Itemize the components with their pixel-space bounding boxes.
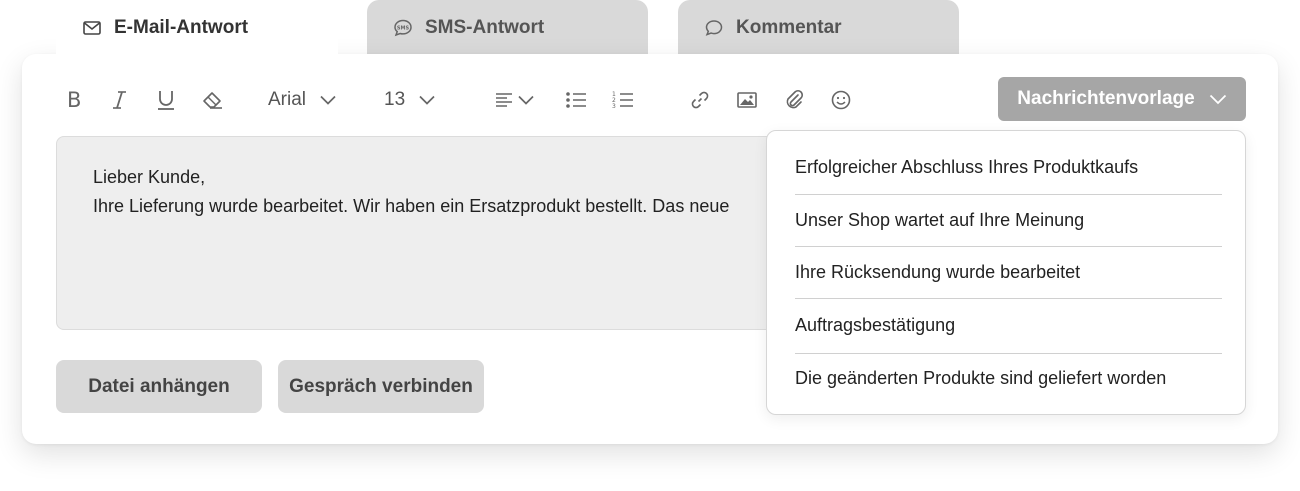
svg-text:B: B	[67, 88, 81, 112]
template-button-label: Nachrichtenvorlage	[1017, 88, 1195, 109]
emoji-button[interactable]	[830, 78, 852, 122]
numbered-list-button[interactable]: 123	[612, 78, 634, 122]
template-option[interactable]: Die geänderten Produkte sind geliefert w…	[795, 352, 1222, 404]
connect-call-label: Gespräch verbinden	[289, 375, 473, 397]
bullet-list-icon	[565, 90, 587, 110]
italic-button[interactable]	[110, 78, 130, 122]
chevron-down-icon	[320, 95, 336, 105]
font-family-select[interactable]: Arial	[268, 78, 336, 122]
svg-text:SMS: SMS	[397, 26, 410, 32]
svg-text:3: 3	[612, 103, 616, 110]
font-size-value: 13	[384, 89, 406, 110]
tab-comment[interactable]: Kommentar	[678, 0, 959, 56]
message-template-button[interactable]: Nachrichtenvorlage	[998, 77, 1246, 121]
smiley-icon	[830, 89, 852, 111]
chevron-down-icon	[518, 95, 534, 105]
italic-icon	[110, 88, 130, 112]
chevron-down-icon	[419, 95, 435, 105]
clear-format-button[interactable]	[202, 78, 224, 122]
tab-email-reply[interactable]: E-Mail-Antwort	[56, 0, 338, 56]
underline-icon	[156, 88, 176, 112]
attach-file-button[interactable]: Datei anhängen	[56, 360, 262, 413]
insert-image-button[interactable]	[736, 78, 758, 122]
tab-sms-reply[interactable]: SMS SMS-Antwort	[367, 0, 648, 56]
connect-call-button[interactable]: Gespräch verbinden	[278, 360, 484, 413]
insert-link-button[interactable]	[690, 78, 710, 122]
link-icon	[690, 90, 710, 110]
image-icon	[736, 90, 758, 110]
comment-bubble-icon	[704, 18, 724, 38]
tab-label: E-Mail-Antwort	[114, 17, 249, 38]
template-option[interactable]: Ihre Rücksendung wurde bearbeitet	[795, 246, 1222, 298]
font-family-value: Arial	[268, 89, 307, 110]
paperclip-icon	[784, 89, 804, 111]
template-dropdown: Erfolgreicher Abschluss Ihres Produktkau…	[766, 130, 1246, 415]
tab-label: SMS-Antwort	[425, 17, 545, 38]
eraser-icon	[202, 88, 224, 112]
bold-icon: B	[64, 88, 84, 112]
underline-button[interactable]	[156, 78, 176, 122]
sms-bubble-icon: SMS	[393, 18, 413, 38]
numbered-list-icon: 123	[612, 90, 634, 110]
attach-button[interactable]	[784, 78, 804, 122]
template-option[interactable]: Unser Shop wartet auf Ihre Meinung	[795, 194, 1222, 246]
template-option[interactable]: Auftragsbestätigung	[795, 299, 1222, 351]
bullet-list-button[interactable]	[565, 78, 587, 122]
chevron-down-icon	[1209, 94, 1227, 105]
align-left-icon	[494, 90, 514, 110]
mail-icon	[82, 18, 102, 38]
template-option[interactable]: Erfolgreicher Abschluss Ihres Produktkau…	[795, 141, 1222, 193]
tab-label: Kommentar	[736, 17, 842, 38]
align-select[interactable]	[494, 78, 534, 122]
attach-file-label: Datei anhängen	[88, 375, 230, 397]
bold-button[interactable]: B	[64, 78, 84, 122]
font-size-select[interactable]: 13	[384, 78, 435, 122]
